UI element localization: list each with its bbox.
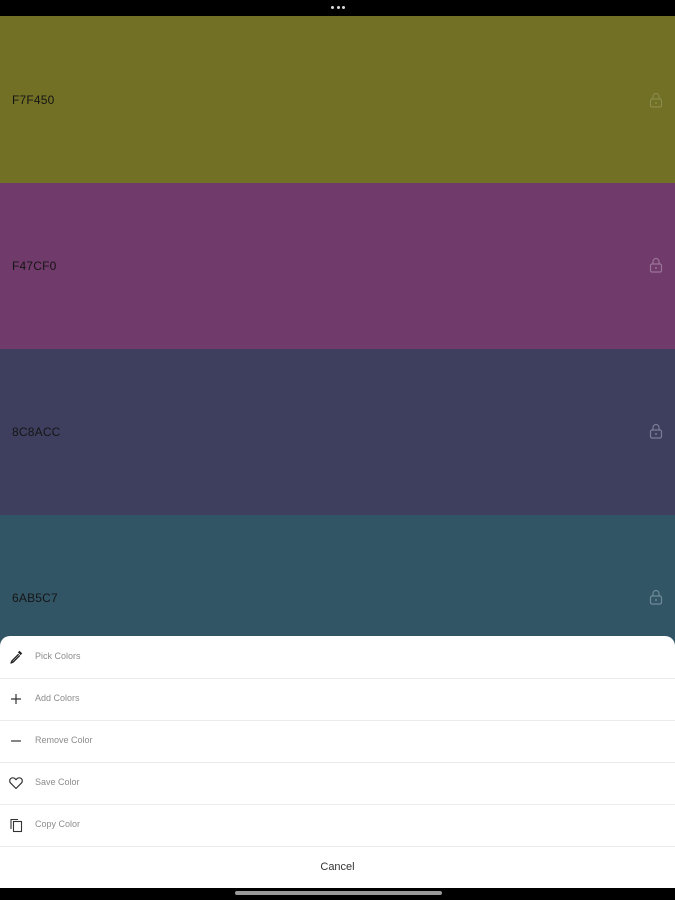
- minus-icon: [11, 740, 21, 742]
- swatch-hex-label: 8C8ACC: [12, 425, 61, 439]
- home-indicator[interactable]: [235, 891, 442, 895]
- add-colors-button[interactable]: Add Colors: [0, 678, 675, 720]
- heart-icon: [9, 777, 23, 790]
- color-swatch[interactable]: F47CF0: [0, 183, 675, 349]
- lock-icon[interactable]: [649, 92, 663, 108]
- lock-icon[interactable]: [649, 257, 663, 273]
- pick-colors-button[interactable]: Pick Colors: [0, 636, 675, 678]
- color-swatch[interactable]: 8C8ACC: [0, 349, 675, 515]
- pick-colors-label: Pick Colors: [35, 651, 81, 661]
- lock-icon[interactable]: [649, 589, 663, 605]
- cancel-button[interactable]: Cancel: [0, 848, 675, 888]
- copy-color-label: Copy Color: [35, 819, 81, 829]
- cancel-label: Cancel: [320, 861, 355, 873]
- add-colors-label: Add Colors: [35, 693, 80, 703]
- multitasking-dots-icon[interactable]: [331, 6, 345, 10]
- lock-icon[interactable]: [649, 423, 663, 439]
- save-color-button[interactable]: Save Color: [0, 762, 675, 804]
- eyedropper-icon: [10, 650, 23, 664]
- swatch-hex-label: F47CF0: [12, 259, 57, 273]
- remove-color-label: Remove Color: [35, 735, 93, 745]
- swatch-hex-label: 6AB5C7: [12, 591, 58, 605]
- divider: [0, 846, 675, 847]
- save-color-label: Save Color: [35, 777, 80, 787]
- action-sheet: Pick Colors Add Colors Remove Color Save…: [0, 636, 675, 888]
- top-status-bar: [0, 0, 675, 16]
- remove-color-button[interactable]: Remove Color: [0, 720, 675, 762]
- copy-icon: [10, 818, 23, 833]
- swatch-hex-label: F7F450: [12, 93, 55, 107]
- plus-icon: [11, 694, 21, 704]
- color-swatch[interactable]: 6AB5C7: [0, 515, 675, 655]
- copy-color-button[interactable]: Copy Color: [0, 804, 675, 846]
- color-swatch[interactable]: F7F450: [0, 16, 675, 183]
